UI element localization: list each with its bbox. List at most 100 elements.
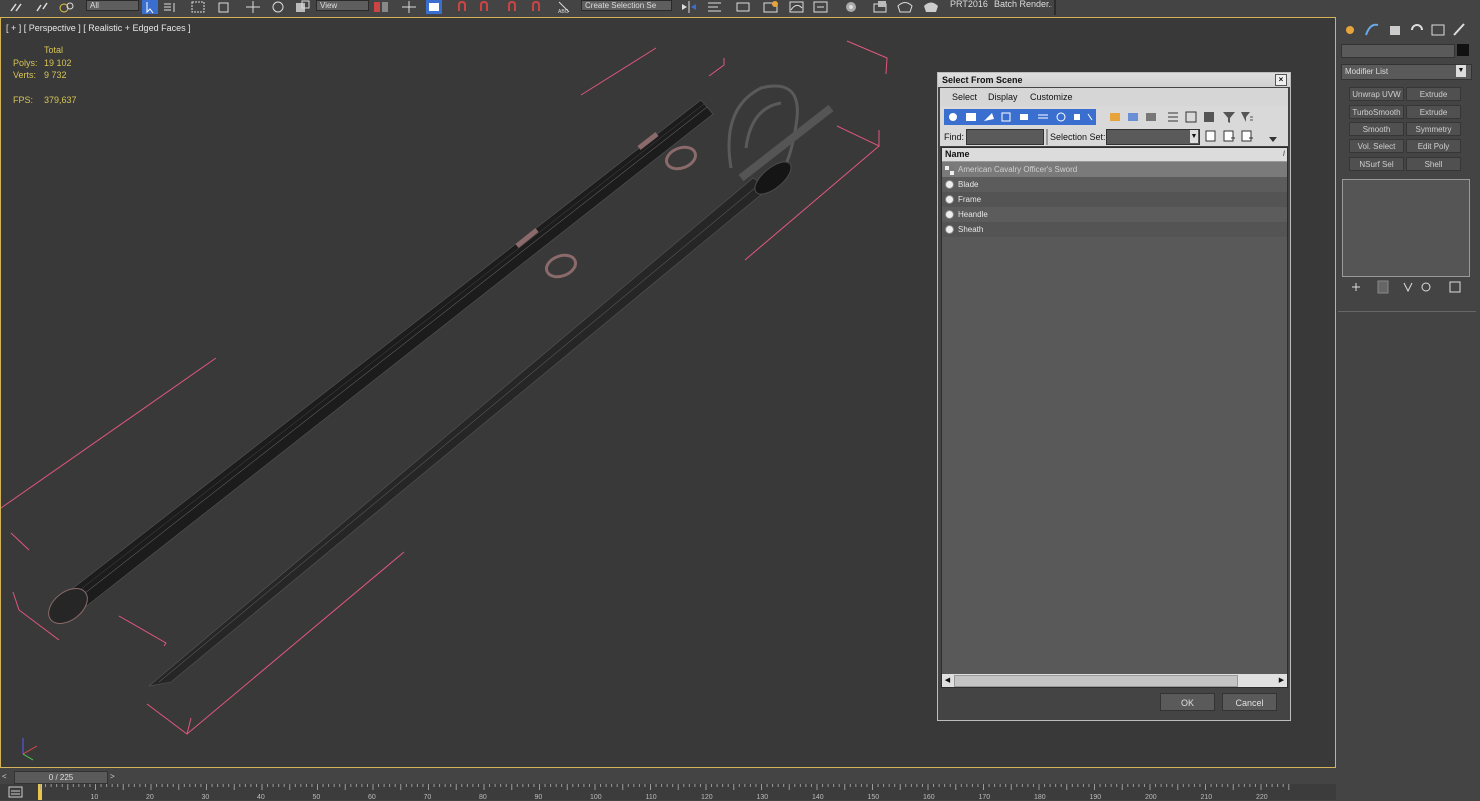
dialog-title-bar[interactable]: Select From Scene ×: [938, 73, 1290, 87]
select-invert-icon[interactable]: [1144, 110, 1158, 124]
frame-counter[interactable]: 0 / 225: [14, 771, 108, 784]
geometry-object-icon: [945, 225, 954, 234]
list-item[interactable]: Sheath: [942, 222, 1287, 237]
viewport-label-menu[interactable]: [ + ] [ Perspective ] [ Realistic + Edge…: [6, 23, 191, 33]
chevron-down-icon[interactable]: ▼: [1456, 65, 1466, 77]
modifier-button-nsurf-sel[interactable]: NSurf Sel: [1349, 157, 1404, 171]
menu-customize[interactable]: Customize: [1030, 92, 1073, 102]
modifier-button-shell[interactable]: Shell: [1406, 157, 1461, 171]
modifier-list-dropdown[interactable]: Modifier List: [1341, 64, 1472, 80]
find-input[interactable]: [966, 129, 1044, 145]
list-item[interactable]: Heandle: [942, 207, 1287, 222]
timeline-ruler[interactable]: 10 20 30 40 50 60 70 80 90 100 110 120 130 140 150 160 1…: [0, 784, 1336, 801]
select-by-name-icon[interactable]: [162, 0, 178, 14]
menu-select[interactable]: Select: [952, 92, 977, 102]
modifier-stack-list[interactable]: [1342, 179, 1470, 277]
object-color-swatch[interactable]: [1457, 44, 1469, 56]
scale-icon[interactable]: [294, 0, 310, 14]
select-object-icon[interactable]: [142, 0, 158, 14]
modifier-button-vol-select[interactable]: Vol. Select: [1349, 139, 1404, 153]
manipulate-icon[interactable]: [400, 0, 416, 14]
stats-polys-label: Polys:: [13, 58, 38, 68]
curve-editor-icon[interactable]: [788, 0, 804, 14]
time-slider[interactable]: < 0 / 225 >: [0, 770, 1336, 784]
list-item[interactable]: American Cavalry Officer's Sword: [942, 162, 1287, 177]
display-filter-buttons[interactable]: [944, 109, 1096, 125]
chevron-down-icon[interactable]: ▼: [1190, 130, 1198, 143]
object-name-field[interactable]: [1341, 44, 1455, 58]
ok-button[interactable]: OK: [1160, 693, 1215, 711]
window-crossing-icon[interactable]: [216, 0, 232, 14]
percent-snap-icon[interactable]: [506, 0, 522, 14]
batch-render-button[interactable]: Batch Render...: [994, 0, 1052, 9]
geometry-object-icon: [945, 180, 954, 189]
edit-named-selection-icon[interactable]: ABC: [556, 0, 572, 14]
link-icon[interactable]: [8, 0, 24, 14]
list-item-label: American Cavalry Officer's Sword: [958, 165, 1078, 174]
select-none-icon[interactable]: [1126, 110, 1140, 124]
scene-explorer-icon[interactable]: [762, 0, 778, 14]
previous-frame-icon[interactable]: <: [2, 771, 12, 782]
column-name-label: Name: [945, 149, 970, 159]
pivot-center-icon[interactable]: [372, 0, 388, 14]
display-dependents-icon[interactable]: [1202, 110, 1216, 124]
display-influences-icon[interactable]: [1184, 110, 1198, 124]
column-header-name[interactable]: Name /: [942, 148, 1287, 162]
create-selection-set-icon[interactable]: [1204, 129, 1218, 143]
spinner-snap-icon[interactable]: [530, 0, 546, 14]
close-icon[interactable]: ×: [1275, 74, 1287, 86]
modifier-button-unwrap-uvw[interactable]: Unwrap UVW: [1349, 87, 1404, 101]
bind-space-warp-icon[interactable]: [58, 0, 74, 14]
scene-object-list[interactable]: Name / American Cavalry Officer's Sword …: [941, 147, 1288, 688]
horizontal-scrollbar[interactable]: ◀ ▶: [942, 674, 1287, 687]
list-item[interactable]: Frame: [942, 192, 1287, 207]
rectangular-selection-icon[interactable]: [190, 0, 206, 14]
scroll-right-icon[interactable]: ▶: [1276, 674, 1287, 687]
filter-options-icon[interactable]: [1240, 110, 1254, 124]
cancel-button[interactable]: Cancel: [1222, 693, 1277, 711]
rendered-frame-window-icon[interactable]: [896, 0, 913, 14]
move-icon[interactable]: [244, 0, 260, 14]
scrollbar-thumb[interactable]: [954, 675, 1238, 687]
stats-fps-value: 379,637: [44, 95, 77, 105]
mini-curve-editor-icon[interactable]: [8, 785, 24, 799]
unlink-icon[interactable]: [34, 0, 50, 14]
select-from-scene-dialog: Select From Scene × Select Display Custo…: [937, 72, 1291, 721]
modifier-button-edit-poly[interactable]: Edit Poly: [1406, 139, 1461, 153]
modifier-stack-controls[interactable]: [1342, 279, 1468, 295]
list-item-label: Blade: [958, 180, 979, 189]
render-production-icon[interactable]: [922, 0, 938, 14]
selection-set-dropdown[interactable]: [1106, 129, 1200, 145]
modifier-button-smooth[interactable]: Smooth: [1349, 122, 1404, 136]
material-editor-icon[interactable]: [842, 0, 858, 14]
keyboard-shortcut-override-icon[interactable]: [426, 0, 442, 14]
mirror-icon[interactable]: [680, 0, 696, 14]
align-icon[interactable]: [706, 0, 722, 14]
display-children-icon[interactable]: [1166, 110, 1180, 124]
add-to-selection-set-icon[interactable]: [1222, 129, 1236, 143]
angle-snap-icon[interactable]: [478, 0, 494, 14]
layer-manager-icon[interactable]: [734, 0, 750, 14]
remove-from-selection-set-icon[interactable]: [1240, 129, 1254, 143]
reference-coordinate-dropdown[interactable]: View: [316, 0, 369, 11]
filter-icon[interactable]: [1222, 110, 1236, 124]
stats-verts-value: 9 732: [44, 70, 67, 80]
scroll-left-icon[interactable]: ◀: [942, 674, 953, 687]
geometry-object-icon: [945, 210, 954, 219]
prt-toolbar-label[interactable]: PRT2016: [950, 0, 988, 9]
rotate-icon[interactable]: [270, 0, 286, 14]
modifier-button-extrude[interactable]: Extrude: [1406, 87, 1461, 101]
modifier-button-extrude-2[interactable]: Extrude: [1406, 105, 1461, 119]
modifier-button-turbosmooth[interactable]: TurboSmooth: [1349, 105, 1404, 119]
select-all-icon[interactable]: [1108, 110, 1122, 124]
schematic-view-icon[interactable]: [812, 0, 828, 14]
next-frame-icon[interactable]: >: [110, 771, 120, 782]
menu-display[interactable]: Display: [988, 92, 1018, 102]
modifier-button-symmetry[interactable]: Symmetry: [1406, 122, 1461, 136]
named-selection-set-dropdown[interactable]: Create Selection Se: [581, 0, 672, 11]
snaps-toggle-icon[interactable]: [456, 0, 472, 14]
toolbar-overflow-icon[interactable]: [1266, 132, 1280, 146]
list-item[interactable]: Blade: [942, 177, 1287, 192]
render-setup-icon[interactable]: [872, 0, 888, 14]
selection-filter-dropdown[interactable]: All: [86, 0, 139, 11]
